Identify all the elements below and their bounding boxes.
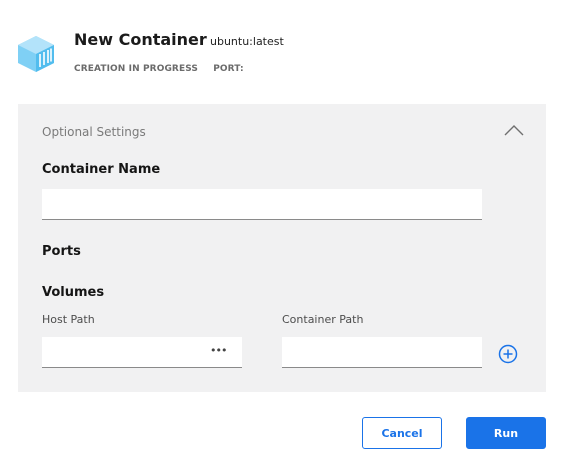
- optional-settings-panel: Optional Settings Container Name Ports V…: [18, 104, 546, 392]
- status-badge: CREATION IN PROGRESS: [74, 64, 198, 74]
- host-path-label: Host Path: [42, 313, 95, 326]
- container-header: New Container ubuntu:latest CREATION IN …: [0, 0, 570, 104]
- plus-circle-icon[interactable]: [498, 344, 518, 364]
- container-name-label: Container Name: [42, 162, 161, 177]
- chevron-up-icon[interactable]: [502, 122, 526, 140]
- container-title: New Container: [74, 30, 207, 49]
- container-icon: [18, 36, 54, 72]
- container-path-input[interactable]: [282, 337, 482, 368]
- container-name-input[interactable]: [42, 189, 482, 220]
- browse-button[interactable]: •••: [210, 345, 227, 358]
- ports-label: Ports: [42, 244, 81, 259]
- cancel-button[interactable]: Cancel: [362, 417, 442, 449]
- image-tag: ubuntu:latest: [210, 35, 284, 48]
- volumes-label: Volumes: [42, 285, 105, 300]
- port-label: PORT:: [213, 64, 244, 74]
- run-button[interactable]: Run: [466, 417, 546, 449]
- optional-settings-title: Optional Settings: [42, 125, 146, 139]
- container-path-label: Container Path: [282, 313, 364, 326]
- status-row: CREATION IN PROGRESS PORT:: [74, 64, 256, 74]
